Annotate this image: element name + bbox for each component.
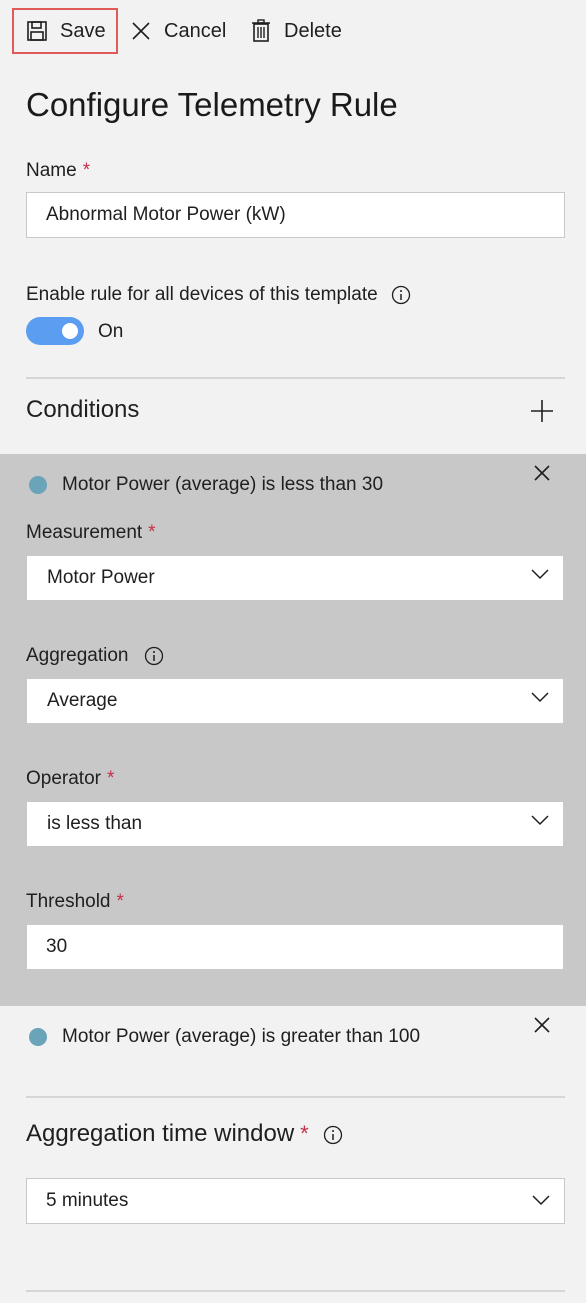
- trash-icon: [252, 19, 270, 42]
- enable-rule-label: Enable rule for all devices of this temp…: [26, 284, 411, 306]
- condition-summary[interactable]: Motor Power (average) is less than 30: [62, 474, 383, 496]
- chevron-down-icon: [532, 1195, 550, 1206]
- operator-label-text: Operator: [26, 768, 101, 789]
- info-icon[interactable]: [144, 646, 164, 666]
- info-icon[interactable]: [323, 1125, 343, 1145]
- condition-status-dot: [29, 476, 47, 494]
- measurement-value: Motor Power: [47, 567, 155, 588]
- measurement-label-text: Measurement: [26, 522, 143, 543]
- name-input[interactable]: Abnormal Motor Power (kW): [26, 192, 565, 238]
- chevron-down-icon: [531, 569, 549, 580]
- divider: [26, 377, 565, 379]
- condition-status-dot: [29, 1028, 47, 1046]
- page-title: Configure Telemetry Rule: [26, 86, 398, 123]
- threshold-label: Threshold *: [26, 891, 124, 913]
- operator-select[interactable]: is less than: [27, 802, 563, 846]
- operator-value: is less than: [47, 813, 143, 834]
- aggregation-label: Aggregation: [26, 645, 164, 667]
- name-label-text: Name: [26, 160, 77, 181]
- required-mark: *: [82, 160, 91, 181]
- aggregation-window-label: Aggregation time window *: [26, 1120, 343, 1148]
- aggregation-select[interactable]: Average: [27, 679, 563, 723]
- enable-rule-text: Enable rule for all devices of this temp…: [26, 284, 378, 305]
- delete-label: Delete: [284, 19, 342, 42]
- toggle-state-label: On: [98, 321, 124, 342]
- required-mark: *: [106, 768, 115, 789]
- aggregation-value: Average: [47, 690, 118, 711]
- aggregation-window-text: Aggregation time window: [26, 1120, 295, 1147]
- save-button[interactable]: Save: [12, 8, 118, 54]
- toggle-knob: [62, 323, 78, 339]
- measurement-label: Measurement *: [26, 522, 156, 544]
- enable-rule-toggle[interactable]: [26, 317, 84, 345]
- info-icon[interactable]: [391, 285, 411, 305]
- aggregation-window-value: 5 minutes: [46, 1190, 129, 1211]
- cancel-button[interactable]: Cancel: [130, 11, 226, 51]
- add-condition-icon[interactable]: [530, 399, 554, 423]
- save-label: Save: [60, 19, 106, 42]
- aggregation-window-select[interactable]: 5 minutes: [26, 1178, 565, 1224]
- aggregation-label-text: Aggregation: [26, 645, 129, 666]
- remove-condition-icon[interactable]: [533, 464, 551, 482]
- condition-summary[interactable]: Motor Power (average) is greater than 10…: [62, 1026, 420, 1048]
- required-mark: *: [148, 522, 156, 543]
- save-icon: [27, 21, 47, 41]
- threshold-input[interactable]: 30: [27, 925, 563, 969]
- chevron-down-icon: [531, 692, 549, 703]
- chevron-down-icon: [531, 815, 549, 826]
- delete-button[interactable]: Delete: [250, 11, 342, 51]
- required-mark: *: [116, 891, 124, 912]
- cancel-label: Cancel: [164, 19, 227, 42]
- close-icon: [132, 22, 150, 40]
- required-mark: *: [300, 1121, 309, 1146]
- operator-label: Operator *: [26, 768, 114, 790]
- divider: [26, 1290, 565, 1292]
- conditions-heading: Conditions: [26, 396, 140, 423]
- name-field-label: Name *: [26, 160, 90, 182]
- measurement-select[interactable]: Motor Power: [27, 556, 563, 600]
- divider: [26, 1096, 565, 1098]
- remove-condition-icon[interactable]: [533, 1016, 551, 1034]
- threshold-label-text: Threshold: [26, 891, 111, 912]
